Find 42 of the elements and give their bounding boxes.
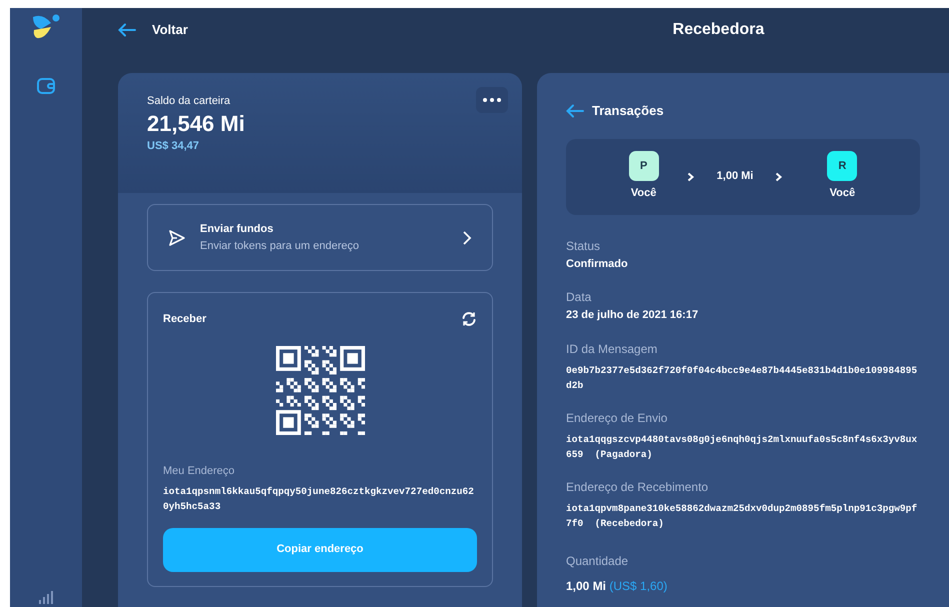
wallet-address: iota1qpsnml6kkau5qfqpqy50june826cztkgkzvev727ed0cnzu620yh5hc5a33 — [163, 484, 475, 514]
field-value: Confirmado — [566, 256, 629, 272]
field-value: iota1qpvm8pane310ke58862dwazm25dxv0dup2m0895fm5plnp91c3pgw9pf7f0 (Recebedora) — [566, 502, 918, 530]
wallet-icon[interactable] — [37, 78, 55, 94]
quantity-fiat: (US$ 1,60) — [609, 578, 668, 592]
chart-icon[interactable] — [38, 590, 54, 604]
fiat-balance: US$ 34,47 — [147, 139, 200, 154]
send-funds-title: Enviar fundos — [200, 222, 274, 237]
avatar-to: R — [827, 151, 858, 182]
field-value: 0e9b7b2377e5d362f720f0f04c4bcc9e4e87b4445e831b4d1b0e109984895d2b — [566, 364, 918, 392]
back-link[interactable]: Voltar — [118, 20, 188, 40]
field-label: ID da Mensagem — [566, 340, 658, 356]
field-label: Status — [566, 238, 602, 254]
back-arrow-icon — [566, 104, 584, 118]
receive-title: Receber — [163, 312, 206, 327]
transfer-amount: 1,00 Mi — [716, 169, 754, 184]
chevron-right-icon — [775, 172, 784, 182]
field-label: Data — [566, 289, 592, 305]
field-label: Endereço de Recebimento — [566, 478, 710, 494]
more-icon — [483, 98, 501, 102]
balance-amount: 21,546 Mi — [147, 110, 246, 138]
field-label: Endereço de Envio — [566, 410, 668, 426]
from-name: Você — [630, 186, 656, 202]
chevron-right-icon — [462, 230, 472, 246]
refresh-icon[interactable] — [461, 311, 477, 328]
balance-label: Saldo da carteira — [147, 94, 230, 109]
back-arrow-icon — [118, 23, 136, 37]
more-button[interactable] — [476, 87, 508, 113]
app-logo — [31, 14, 61, 40]
transactions-back-link[interactable]: Transações — [566, 101, 664, 120]
chevron-right-icon — [686, 172, 695, 182]
field-value: iota1qqgszcvp4480tavs08g0je6nqh0qjs2mlxnuufa0s5c8nf4s6x3yv8ux659 (Pagadora) — [566, 432, 918, 462]
page-title: Recebedora — [672, 20, 766, 40]
send-icon — [168, 228, 186, 246]
quantity-amount: 1,00 Mi — [566, 578, 606, 592]
to-name: Você — [830, 186, 856, 202]
field-label: Quantidade — [566, 552, 630, 568]
avatar-from: P — [628, 151, 659, 182]
send-funds-subtitle: Enviar tokens para um endereço — [200, 238, 360, 254]
send-funds-button[interactable]: Enviar fundos Enviar tokens para um endereço — [147, 204, 493, 271]
address-label: Meu Endereço — [163, 464, 236, 478]
field-value: 23 de julho de 2021 16:17 — [566, 308, 700, 323]
